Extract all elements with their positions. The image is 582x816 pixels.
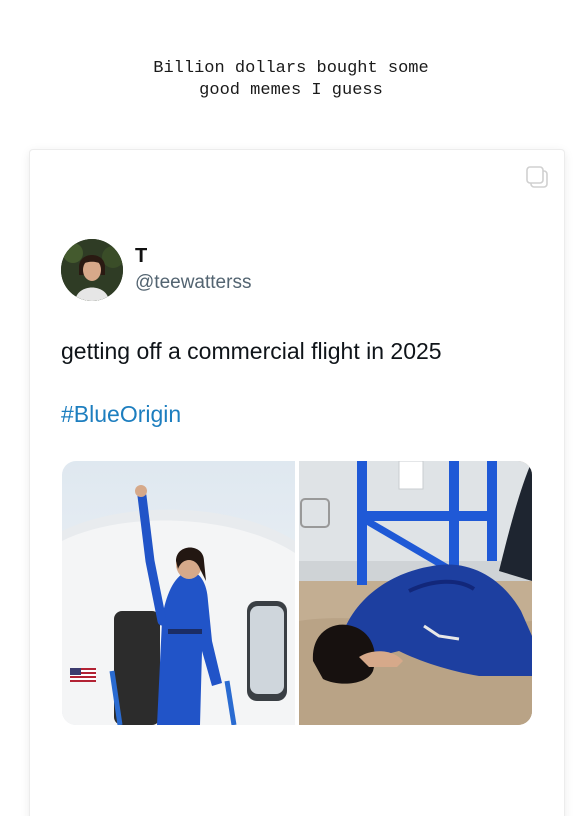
- author-display-name[interactable]: T: [135, 245, 147, 268]
- multiple-images-icon[interactable]: [524, 164, 550, 190]
- photo-kneeling-on-ground[interactable]: [299, 461, 532, 725]
- avatar[interactable]: [61, 239, 123, 301]
- tweet-card[interactable]: T @teewatterss getting off a commercial …: [30, 150, 564, 816]
- hashtag-link[interactable]: #BlueOrigin: [61, 401, 181, 428]
- caption-line-2: good memes I guess: [199, 81, 383, 100]
- tweet-text: getting off a commercial flight in 2025: [61, 338, 442, 364]
- media-grid: [62, 461, 532, 725]
- post-caption: Billion dollars bought some good memes I…: [0, 58, 582, 102]
- author-handle[interactable]: @teewatterss: [135, 272, 251, 294]
- caption-line-1: Billion dollars bought some: [153, 59, 429, 78]
- photo-capsule-hatch[interactable]: [62, 461, 295, 725]
